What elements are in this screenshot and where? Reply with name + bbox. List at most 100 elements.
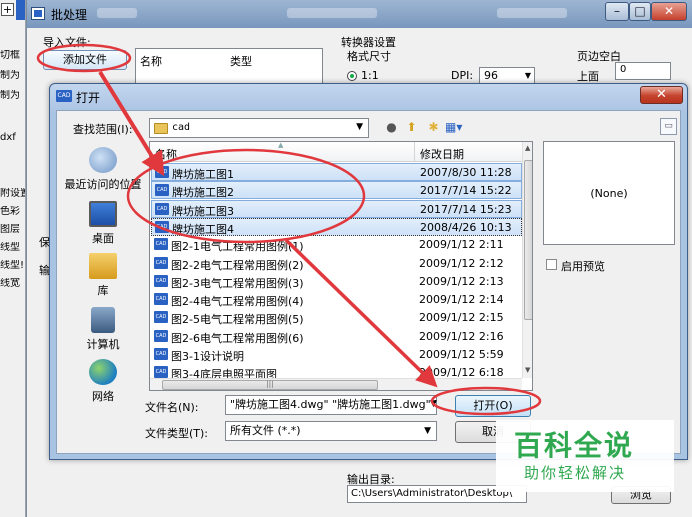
dialog-title: 打开 [76, 91, 101, 105]
file-type-select[interactable]: 所有文件 (*.*) ▼ [225, 421, 437, 441]
batch-titlebar[interactable]: 批处理 – □ ✕ [27, 0, 692, 28]
file-name-input[interactable]: "牌坊施工图4.dwg" "牌坊施工图1.dwg" " [225, 395, 437, 415]
maximize-button[interactable]: □ [629, 2, 651, 21]
place-label: 桌面 [92, 232, 114, 245]
place-desktop[interactable]: 桌面 [61, 201, 145, 246]
view-menu-icon[interactable]: ▦▾ [445, 119, 462, 136]
scale-value: 1:1 [361, 69, 379, 82]
file-name-cell: 图2-5电气工程常用图例(5) [171, 313, 304, 327]
look-in-select[interactable]: cad ▼ [149, 118, 369, 138]
place-label: 库 [97, 284, 109, 297]
table-row[interactable]: CAD 牌坊施工图4 2008/4/26 10:13 [151, 217, 522, 236]
table-row[interactable]: CAD 图2-3电气工程常用图例(3) 2009/1/12 2:13 [151, 273, 522, 291]
open-button[interactable]: 打开(O) [455, 395, 531, 417]
left-item[interactable]: 线型! [0, 260, 25, 272]
vertical-scrollbar[interactable]: ▲ ▼ [522, 142, 532, 378]
preview-pane-icon[interactable]: ▭ [660, 118, 677, 135]
cad-file-icon: CAD [154, 329, 168, 342]
library-icon [89, 253, 117, 279]
format-size-label: 格式尺寸 [347, 50, 391, 63]
watermark-title: 百科全说 [514, 429, 635, 462]
table-row[interactable]: CAD 图2-6电气工程常用图例(6) 2009/1/12 2:16 [151, 328, 522, 346]
left-item[interactable]: 制为 [0, 70, 25, 82]
minimize-button[interactable]: – [605, 2, 629, 21]
file-date-cell: 2017/7/14 15:22 [420, 184, 512, 198]
list-header-type[interactable]: 类型 [230, 53, 252, 69]
expand-icon[interactable]: + [1, 3, 14, 16]
left-item[interactable]: 图层 [0, 224, 25, 236]
file-date-cell: 2009/1/12 2:15 [419, 311, 504, 325]
file-type-label: 文件类型(T): [145, 427, 209, 440]
scroll-up-icon[interactable]: ▲ [525, 144, 530, 152]
scale-radio[interactable] [347, 71, 357, 81]
up-folder-icon[interactable]: ⬆ [403, 119, 420, 136]
file-name-cell: 牌坊施工图1 [172, 168, 234, 181]
place-recent[interactable]: 最近访问的位置 [61, 147, 145, 192]
horizontal-scrollbar[interactable]: ||| [150, 378, 522, 390]
open-file-dialog: CAD 打开 ✕ 查找范围(I): cad ▼ ● ⬆ ✱ ▦▾ ▭ 最近访问的… [49, 83, 688, 460]
cad-file-icon: CAD [154, 293, 168, 306]
place-network[interactable]: 网络 [61, 359, 145, 404]
dpi-value: 96 [484, 69, 498, 82]
cad-file-icon: CAD [155, 166, 169, 178]
table-row[interactable]: CAD 图2-1电气工程常用图例(1) 2009/1/12 2:11 [151, 236, 522, 254]
file-name-cell: 图3-1设计说明 [171, 350, 244, 363]
column-header-name[interactable]: 名称 [155, 146, 177, 162]
cad-file-icon: CAD [154, 274, 168, 287]
blurred-title [287, 8, 377, 18]
table-row[interactable]: CAD 牌坊施工图3 2017/7/14 15:23 [151, 199, 522, 218]
table-row[interactable]: CAD 图2-4电气工程常用图例(4) 2009/1/12 2:14 [151, 291, 522, 309]
app-icon [31, 7, 45, 20]
cad-app-icon: CAD [56, 90, 72, 102]
window-close-button[interactable]: ✕ [651, 2, 687, 21]
file-name-label: 文件名(N): [145, 401, 199, 414]
place-library[interactable]: 库 [61, 253, 145, 298]
file-name-cell: 牌坊施工图2 [172, 186, 234, 200]
table-row[interactable]: CAD 牌坊施工图1 2007/8/30 11:28 [151, 163, 522, 181]
list-header-name[interactable]: 名称 [140, 53, 162, 69]
add-file-button[interactable]: 添加文件 [43, 50, 127, 70]
top-margin-label: 上面 [577, 70, 599, 83]
left-item[interactable]: 线型 [0, 242, 25, 254]
new-folder-icon[interactable]: ✱ [425, 119, 442, 136]
dpi-label: DPI: [451, 69, 474, 82]
top-margin-input[interactable]: 0 [615, 62, 671, 80]
cad-file-icon: CAD [155, 184, 169, 197]
place-label: 网络 [92, 390, 114, 403]
file-name-cell: 图2-2电气工程常用图例(2) [171, 258, 304, 272]
dialog-close-button[interactable]: ✕ [640, 86, 683, 104]
left-item[interactable]: 附设置 [0, 188, 25, 200]
chevron-down-icon[interactable]: ▼ [430, 399, 437, 409]
import-file-list[interactable]: 名称 类型 [135, 48, 323, 88]
file-name-cell: 图2-3电气工程常用图例(3) [171, 276, 304, 290]
import-label: 导入文件: [43, 36, 91, 49]
computer-icon [91, 307, 115, 333]
file-date-cell: 2007/8/30 11:28 [420, 166, 512, 179]
place-computer[interactable]: 计算机 [61, 307, 145, 352]
left-item[interactable]: 制为 [0, 90, 25, 102]
cad-file-icon: CAD [154, 238, 168, 251]
file-list-pane[interactable]: ▲ 名称 修改日期 CAD 牌坊施工图1 2007/8/30 11:28 CAD 牌坊施… [149, 141, 533, 391]
table-row[interactable]: CAD 图2-2电气工程常用图例(2) 2009/1/12 2:12 [151, 255, 522, 273]
recent-places-icon [89, 147, 117, 173]
enable-preview-checkbox[interactable] [546, 259, 557, 270]
file-date-cell: 2009/1/12 5:59 [419, 348, 504, 361]
batch-window-title: 批处理 [51, 8, 88, 22]
file-date-cell: 2009/1/12 2:13 [419, 274, 504, 288]
column-header-modified[interactable]: 修改日期 [420, 146, 464, 162]
left-item[interactable]: 色彩 [0, 206, 25, 218]
vertical-scroll-thumb[interactable] [524, 160, 532, 320]
column-divider[interactable] [414, 142, 415, 162]
table-row[interactable]: CAD 牌坊施工图2 2017/7/14 15:22 [151, 181, 522, 200]
left-item[interactable]: dxf [0, 132, 25, 144]
table-row[interactable]: CAD 图3-1设计说明 2009/1/12 5:59 [151, 346, 522, 364]
left-item[interactable]: 切框 [0, 50, 25, 62]
preview-box: (None) [543, 141, 675, 245]
left-item[interactable]: 线宽 [0, 278, 25, 290]
cad-file-icon: CAD [154, 348, 168, 360]
scroll-down-icon[interactable]: ▼ [525, 366, 530, 374]
back-icon[interactable]: ● [383, 119, 400, 136]
table-row[interactable]: CAD 图2-5电气工程常用图例(5) 2009/1/12 2:15 [151, 309, 522, 327]
horizontal-scroll-thumb[interactable]: ||| [162, 380, 378, 390]
network-icon [89, 359, 117, 385]
